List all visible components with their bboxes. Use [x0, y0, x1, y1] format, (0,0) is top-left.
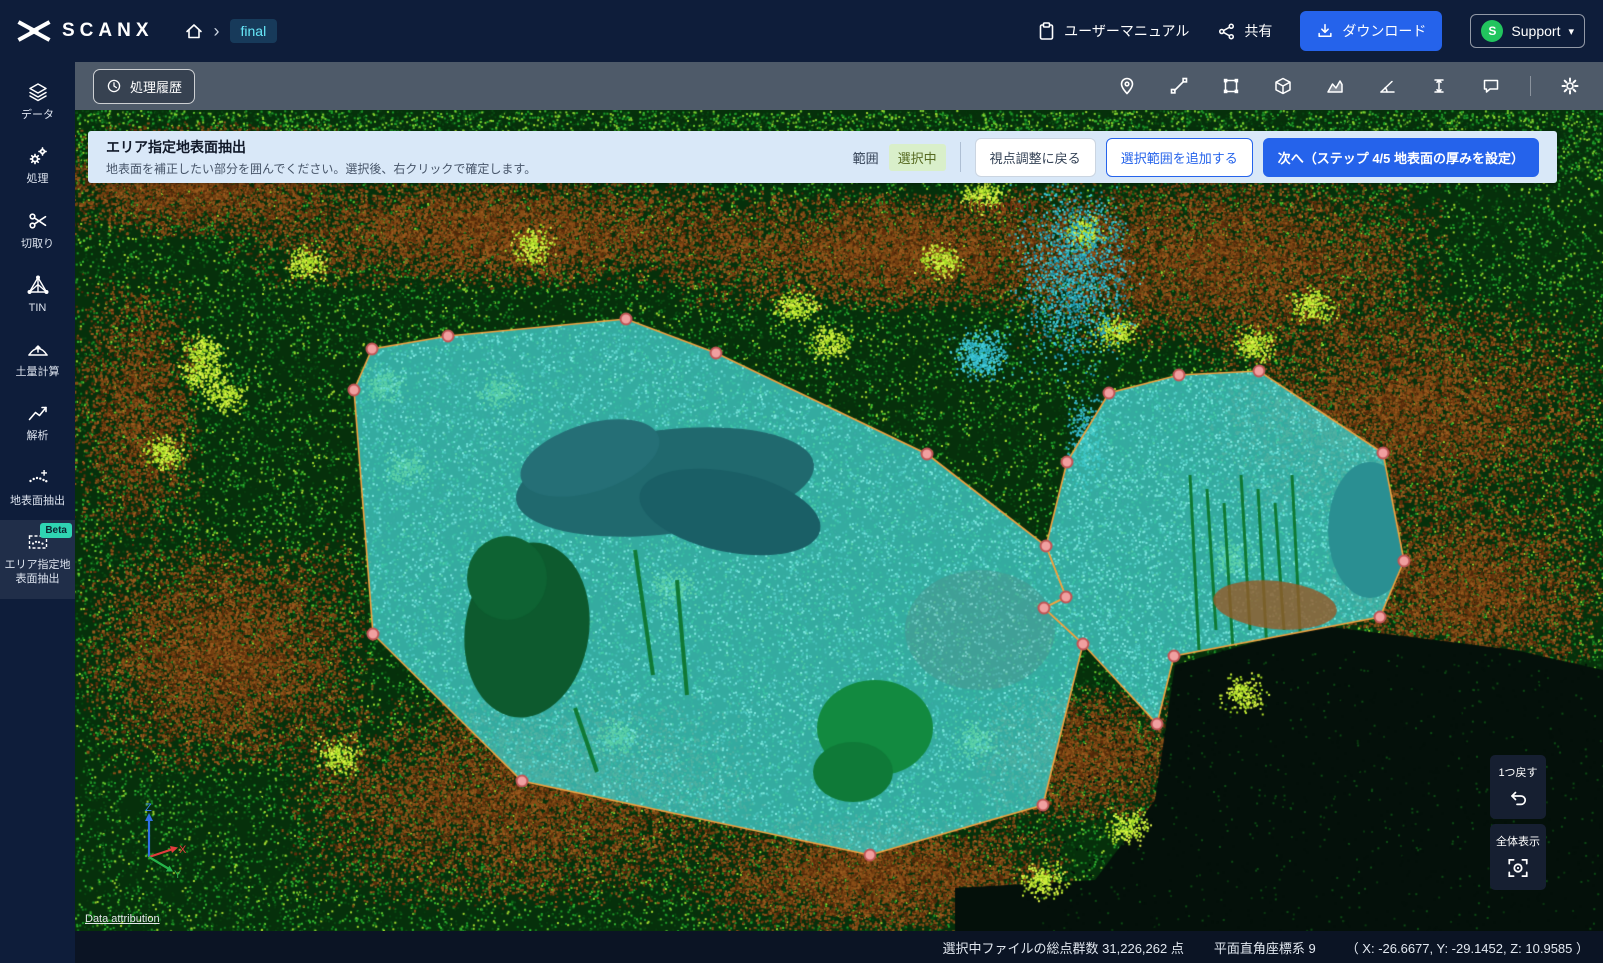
sidebar-item-clip[interactable]: 切取り: [0, 199, 75, 263]
slope-tool-button[interactable]: [1374, 73, 1400, 99]
marker-tool-button[interactable]: [1114, 73, 1140, 99]
comment-tool-button[interactable]: [1478, 73, 1504, 99]
status-badge: 選択中: [889, 144, 946, 171]
sidebar-item-label: 地表面抽出: [10, 494, 65, 508]
fit-view-icon: [1506, 856, 1530, 880]
crs-status: 平面直角座標系 9: [1214, 938, 1316, 957]
fit-view-control[interactable]: 全体表示: [1490, 824, 1546, 890]
fit-view-label: 全体表示: [1496, 833, 1540, 849]
sidebar-item-label: データ: [21, 108, 54, 122]
sidebar-item-tin[interactable]: TIN: [0, 263, 75, 327]
sidebar-item-label: エリア指定地表面抽出: [3, 558, 72, 587]
height-measure-icon: [1429, 76, 1449, 96]
undo-control[interactable]: 1つ戻す: [1490, 755, 1546, 819]
scissors-icon: [27, 210, 49, 232]
area-chart-icon: [1325, 76, 1345, 96]
clock-icon: [106, 78, 122, 94]
location-pin-icon: [1117, 76, 1137, 96]
sidebar-item-label: TIN: [29, 301, 47, 315]
sidebar-item-ground-extraction[interactable]: 地表面抽出: [0, 456, 75, 520]
measure-line-icon: [1169, 76, 1189, 96]
instruction-banner: エリア指定地表面抽出 地表面を補正したい部分を囲んでください。選択後、右クリック…: [88, 131, 1557, 183]
sidebar-item-area-ground-extraction[interactable]: Beta エリア指定地表面抽出: [0, 520, 75, 599]
support-label: Support: [1511, 23, 1560, 39]
download-button[interactable]: ダウンロード: [1300, 11, 1442, 51]
polygon-select-tool-button[interactable]: [1218, 73, 1244, 99]
breadcrumb: › final: [184, 19, 278, 43]
undo-label: 1つ戻す: [1498, 764, 1537, 780]
sidebar-item-label: 解析: [27, 429, 49, 443]
height-measure-tool-button[interactable]: [1426, 73, 1452, 99]
coordinates-status: （ X: -26.6677, Y: -29.1452, Z: 10.9585 ）: [1346, 938, 1589, 957]
sidebar-item-analysis[interactable]: 解析: [0, 391, 75, 455]
scanx-logo[interactable]: SCANX: [16, 19, 154, 43]
sidebar: データ 処理 切取り: [0, 62, 75, 963]
measure-line-tool-button[interactable]: [1166, 73, 1192, 99]
viewport-toolbar: 処理履歴: [75, 62, 1603, 110]
ground-surface-icon: [27, 467, 49, 489]
home-icon[interactable]: [184, 21, 204, 41]
status-bar: 選択中ファイルの総点群数 31,226,262 点 平面直角座標系 9 （ X:…: [75, 931, 1603, 963]
app-window: SCANX › final ユーザーマニュアル: [0, 0, 1603, 963]
viewport-3d: (throttled) エリア指定地表面抽出 地表面を補正したい部分を囲んでくだ…: [75, 110, 1603, 931]
banner-title: エリア指定地表面抽出: [106, 137, 536, 157]
support-avatar: S: [1481, 20, 1503, 42]
sidebar-item-processing[interactable]: 処理: [0, 134, 75, 198]
next-step-button[interactable]: 次へ（ステップ 4/5 地表面の厚みを設定）: [1263, 138, 1539, 177]
scanx-logo-mark: [16, 19, 52, 43]
history-button[interactable]: 処理履歴: [93, 69, 195, 104]
download-label: ダウンロード: [1342, 21, 1426, 41]
chevron-right-icon: ›: [214, 22, 220, 40]
layers-icon: [27, 81, 49, 103]
main-area: 処理履歴: [75, 62, 1603, 963]
back-to-view-button[interactable]: 視点調整に戻る: [975, 138, 1096, 177]
comment-icon: [1481, 76, 1501, 96]
breadcrumb-project[interactable]: final: [230, 19, 278, 43]
share-label: 共有: [1244, 21, 1272, 41]
sidebar-item-label: 処理: [27, 172, 49, 186]
undo-arrow-icon: [1507, 787, 1529, 809]
sidebar-item-volume[interactable]: 土量計算: [0, 327, 75, 391]
user-manual-label: ユーザーマニュアル: [1064, 21, 1189, 41]
settings-button[interactable]: [1557, 73, 1583, 99]
top-header: SCANX › final ユーザーマニュアル: [0, 0, 1603, 62]
share-button[interactable]: 共有: [1217, 21, 1272, 41]
profile-tool-button[interactable]: [1322, 73, 1348, 99]
angle-icon: [1377, 76, 1397, 96]
banner-divider: [960, 142, 961, 172]
gears-icon: [27, 145, 49, 167]
toolbar-separator: [1530, 76, 1531, 96]
history-label: 処理履歴: [130, 77, 182, 96]
volume-mound-icon: [27, 338, 49, 360]
support-menu[interactable]: S Support ▾: [1470, 14, 1585, 48]
range-label: 範囲: [853, 148, 879, 167]
clip-box-tool-button[interactable]: [1270, 73, 1296, 99]
analysis-chart-icon: [27, 402, 49, 424]
chevron-down-icon: ▾: [1568, 25, 1574, 38]
clipboard-icon: [1036, 21, 1056, 41]
user-manual-button[interactable]: ユーザーマニュアル: [1036, 21, 1189, 41]
view-controls: 1つ戻す 全体表示: [1490, 755, 1546, 890]
add-selection-button[interactable]: 選択範囲を追加する: [1106, 138, 1253, 177]
cube-icon: [1273, 76, 1293, 96]
sidebar-item-label: 土量計算: [16, 365, 60, 379]
point-count-status: 選択中ファイルの総点群数 31,226,262 点: [943, 938, 1184, 957]
polygon-select-icon: [1221, 76, 1241, 96]
beta-badge: Beta: [40, 523, 72, 538]
download-icon: [1316, 22, 1334, 40]
sidebar-item-data[interactable]: データ: [0, 70, 75, 134]
share-icon: [1217, 22, 1236, 41]
tin-mesh-icon: [27, 274, 49, 296]
data-attribution-link[interactable]: Data attribution: [85, 913, 160, 925]
sidebar-item-label: 切取り: [21, 237, 54, 251]
banner-subtitle: 地表面を補正したい部分を囲んでください。選択後、右クリックで確定します。: [106, 160, 536, 177]
point-cloud-canvas[interactable]: [75, 110, 1603, 931]
logo-text: SCANX: [62, 20, 154, 42]
gear-icon: [1560, 76, 1580, 96]
